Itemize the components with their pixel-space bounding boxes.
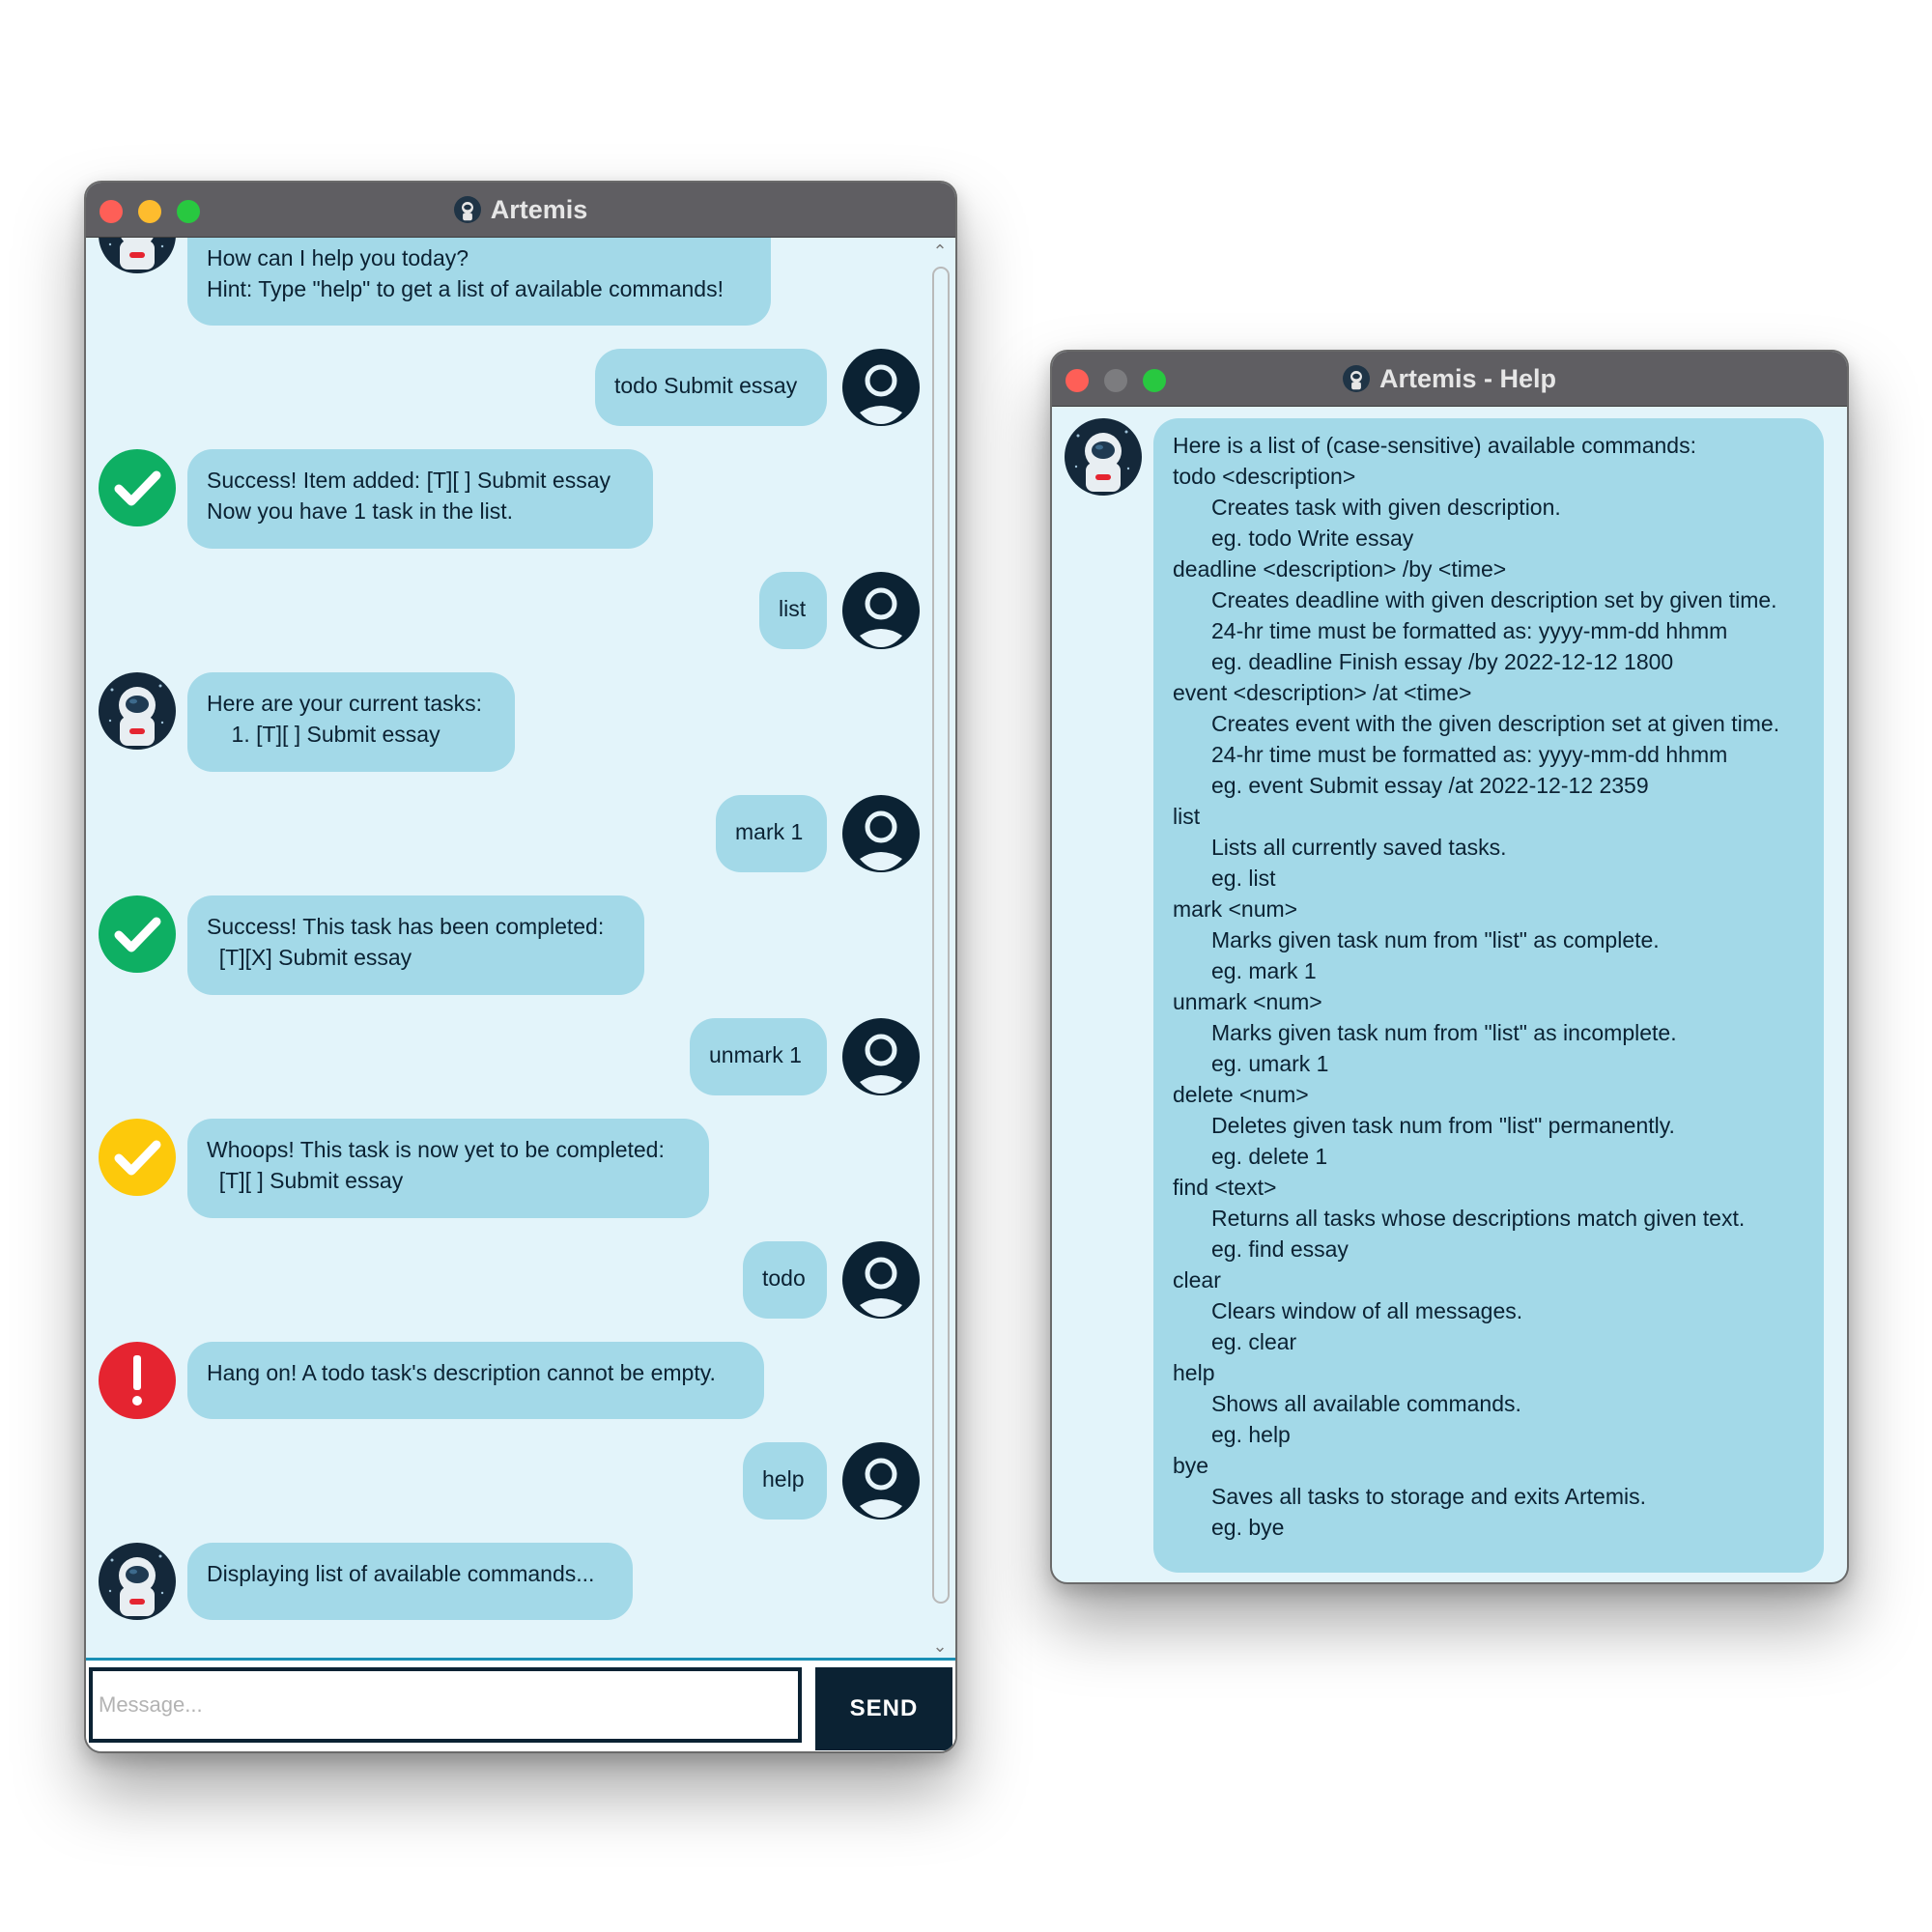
bot-message-bubble: Success! Item added: [T][ ] Submit essay… [187,449,653,549]
help-command-detail: eg. help [1211,1422,1291,1447]
send-button[interactable]: SEND [815,1667,952,1750]
error-exclamation-icon [99,1342,176,1419]
astronaut-icon [99,1543,176,1620]
help-command-name: delete <num> [1173,1082,1309,1107]
help-command-detail: 24-hr time must be formatted as: yyyy-mm… [1211,742,1728,767]
message-input-row: SEND [86,1658,955,1751]
chat-scrollbar[interactable]: ⌃ ⌄ [926,238,953,1658]
user-avatar-icon [842,1018,920,1095]
help-command-name: list [1173,804,1201,829]
help-command-detail: eg. event Submit essay /at 2022-12-12 23… [1211,773,1649,798]
help-window-title: Artemis - Help [1378,363,1557,393]
user-message-bubble: unmark 1 [690,1018,827,1095]
help-command-detail: eg. deadline Finish essay /by 2022-12-12… [1211,649,1674,674]
help-command-detail: Deletes given task num from "list" perma… [1211,1113,1675,1138]
user-avatar-icon [842,1442,920,1520]
success-check-icon [99,449,176,526]
success-check-icon [99,895,176,973]
help-command-name: event <description> /at <time> [1173,680,1472,705]
help-command-detail: Marks given task num from "list" as comp… [1211,927,1660,952]
user-avatar-icon [842,795,920,872]
astronaut-icon [99,672,176,750]
bot-message-bubble: Whoops! This task is now yet to be compl… [187,1119,709,1218]
scroll-down-icon[interactable]: ⌄ [930,1636,950,1656]
bot-message-bubble: Welcome to Artemis! How can I help you t… [187,238,771,326]
help-command-detail: eg. todo Write essay [1211,526,1414,551]
help-command-name: help [1173,1360,1215,1385]
bot-message-bubble: Displaying list of available commands... [187,1543,633,1620]
user-avatar-icon [842,572,920,649]
help-command-detail: Creates deadline with given description … [1211,587,1777,612]
artemis-main-window: Artemis Welcome to Artemis! How can I he… [84,181,957,1753]
help-command-detail: eg. umark 1 [1211,1051,1329,1076]
help-command-detail: Creates task with given description. [1211,495,1561,520]
help-command-name: deadline <description> /by <time> [1173,556,1507,582]
help-command-name: mark <num> [1173,896,1298,922]
user-avatar-icon [842,1241,920,1319]
help-command-detail: Marks given task num from "list" as inco… [1211,1020,1677,1045]
message-input[interactable] [89,1667,802,1743]
help-command-detail: eg. list [1211,866,1276,891]
help-area: Here is a list of (case-sensitive) avail… [1052,407,1847,1582]
user-message-bubble: help [743,1442,827,1520]
help-command-name: unmark <num> [1173,989,1322,1014]
scroll-thumb[interactable] [932,267,950,1604]
help-command-detail: Shows all available commands. [1211,1391,1521,1416]
help-command-detail: Returns all tasks whose descriptions mat… [1211,1206,1746,1231]
artemis-help-window: Artemis - Help Here is a list of (case-s… [1050,350,1849,1584]
chat-area[interactable]: Welcome to Artemis! How can I help you t… [86,238,924,1658]
help-command-detail: 24-hr time must be formatted as: yyyy-mm… [1211,618,1728,643]
user-avatar-icon [842,349,920,426]
help-title-bar[interactable]: Artemis - Help [1052,352,1847,407]
help-command-name: find <text> [1173,1175,1277,1200]
window-title: Artemis [490,194,588,224]
bot-message-bubble: Success! This task has been completed: [… [187,895,644,995]
user-message-bubble: todo [743,1241,827,1319]
help-command-detail: eg. delete 1 [1211,1144,1328,1169]
user-message-bubble: mark 1 [716,795,827,872]
user-message-bubble: list [759,572,827,649]
user-message-bubble: todo Submit essay [595,349,827,426]
help-command-detail: eg. clear [1211,1329,1297,1354]
help-command-detail: Saves all tasks to storage and exits Art… [1211,1484,1646,1509]
warning-check-icon [99,1119,176,1196]
bot-message-bubble: Here are your current tasks: 1. [T][ ] S… [187,672,515,772]
help-command-detail: Lists all currently saved tasks. [1211,835,1507,860]
astronaut-icon [453,196,481,223]
astronaut-icon [1065,418,1142,496]
help-command-detail: eg. mark 1 [1211,958,1317,983]
help-command-detail: eg. bye [1211,1515,1285,1540]
help-command-detail: Clears window of all messages. [1211,1298,1523,1323]
help-command-name: clear [1173,1267,1221,1293]
help-command-name: todo <description> [1173,464,1356,489]
help-command-detail: eg. find essay [1211,1236,1349,1262]
bot-message-bubble: Hang on! A todo task's description canno… [187,1342,764,1419]
astronaut-icon [1342,365,1370,392]
help-command-name: Here is a list of (case-sensitive) avail… [1173,433,1696,458]
help-command-detail: Creates event with the given description… [1211,711,1780,736]
astronaut-icon [99,238,176,273]
help-command-name: bye [1173,1453,1209,1478]
help-message-bubble: Here is a list of (case-sensitive) avail… [1153,418,1824,1573]
title-bar[interactable]: Artemis [86,183,955,238]
scroll-up-icon[interactable]: ⌃ [930,242,950,261]
